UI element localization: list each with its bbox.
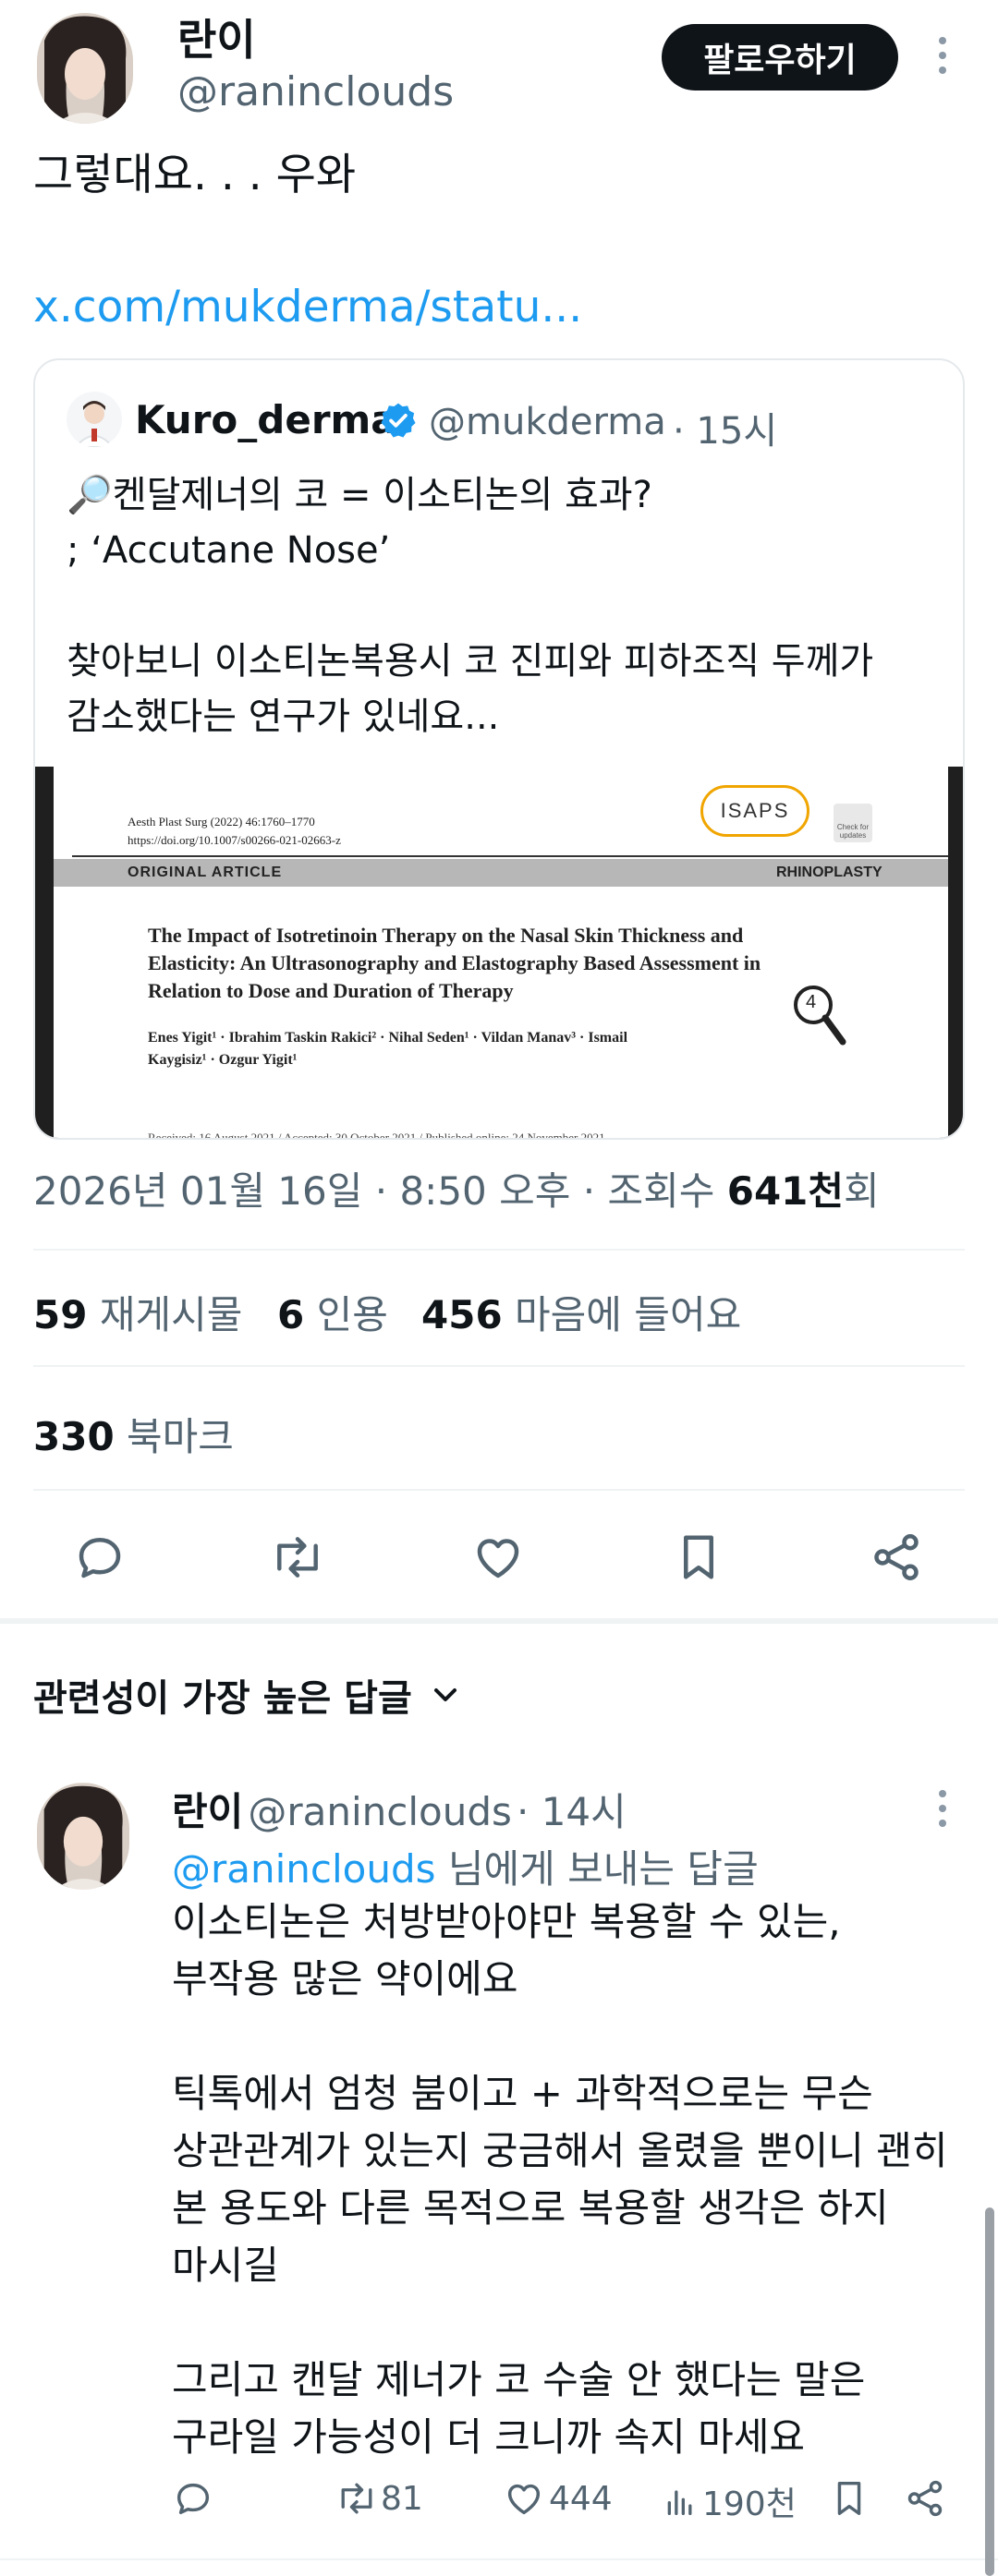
quote-author-handle: @mukderma <box>429 401 666 443</box>
bookmarks-stat[interactable]: 330 북마크 <box>33 1406 234 1462</box>
paper-received-line: Received: 16 August 2021 / Accepted: 30 … <box>148 1131 605 1140</box>
paper-authors: Enes Yigit¹ · Ibrahim Taskin Rakici² · N… <box>148 1030 628 1068</box>
reply-views-button[interactable]: 190천 <box>662 2477 797 2525</box>
reply-author-name[interactable]: 란이 <box>172 1789 243 1834</box>
reply-reply-icon[interactable] <box>172 2477 214 2520</box>
paper-journal-line: Aesth Plast Surg (2022) 46:1760–1770 <box>128 815 315 828</box>
paper-top-rule <box>72 855 948 857</box>
follow-button[interactable]: 팔로우하기 <box>662 24 898 91</box>
reply-more-options-icon[interactable] <box>924 1781 961 1836</box>
paper-title: The Impact of Isotretinoin Therapy on th… <box>148 924 761 1002</box>
reply-icon[interactable] <box>72 1530 128 1585</box>
analytics-icon <box>667 2490 692 2515</box>
section-divider <box>0 1618 998 1624</box>
view-suffix: 회 <box>844 1168 880 1214</box>
post-datetime: 2026년 01월 16일 · 8:50 오후 · 조회수 <box>33 1168 727 1214</box>
magnifier-icon: 4 <box>791 983 846 1047</box>
retweet-icon[interactable] <box>268 1530 327 1585</box>
retweet-icon <box>341 2483 372 2514</box>
divider <box>33 1489 965 1491</box>
quote-time: · 15시 <box>673 410 778 453</box>
paper-section-right: RHINOPLASTY <box>776 865 882 880</box>
quote-author-avatar <box>67 392 122 447</box>
reply-author-avatar[interactable] <box>37 1783 129 1890</box>
share-icon[interactable] <box>869 1530 924 1585</box>
replying-to: @raninclouds 님에게 보내는 답글 <box>172 1838 759 1894</box>
divider <box>33 1365 965 1367</box>
reply-bookmark-icon[interactable] <box>828 2477 870 2520</box>
check-updates-badge: Check for updates <box>834 804 872 842</box>
reply-like-button[interactable]: 444 <box>503 2477 613 2520</box>
view-count: 641천 <box>726 1168 845 1214</box>
reply-retweet-count: 81 <box>381 2479 423 2518</box>
quote-media-image[interactable]: Aesth Plast Surg (2022) 46:1760–1770 htt… <box>35 767 963 1140</box>
quotes-stat[interactable]: 6 인용 <box>277 1284 388 1340</box>
reply-text: 이소티논은 처방받아야만 복용할 수 있는, 부작용 많은 약이에요 틱톡에서 … <box>172 1899 948 2460</box>
quote-author-name: Kuro_derma <box>135 397 397 442</box>
reply-sort-label: 관련성이 가장 높은 답글 <box>33 1677 412 1720</box>
bookmark-icon[interactable] <box>671 1530 726 1585</box>
post-datetime-views: 2026년 01월 16일 · 8:50 오후 · 조회수 641천회 <box>33 1160 880 1216</box>
heart-icon <box>507 2484 541 2515</box>
isaps-logo: ISAPS <box>700 785 809 837</box>
reply-like-count: 444 <box>549 2479 613 2518</box>
likes-stat[interactable]: 456 마음에 들어요 <box>421 1284 741 1340</box>
paper-section-left: ORIGINAL ARTICLE <box>128 865 283 880</box>
more-options-icon[interactable] <box>924 28 961 83</box>
quote-text: 🔎켄달제너의 코 = 이소티논의 효과? ; ‘Accutane Nose’ 찾… <box>67 474 874 738</box>
replying-to-mention[interactable]: @raninclouds <box>172 1846 436 1892</box>
author-name[interactable]: 란이 <box>177 18 256 61</box>
like-icon[interactable] <box>469 1530 527 1585</box>
reply-author-handle[interactable]: @raninclouds <box>248 1789 512 1834</box>
reply-time: · 14시 <box>517 1789 627 1834</box>
post-text: 그렇대요. . . 우와 <box>33 150 357 200</box>
paper-doi-line: https://doi.org/10.1007/s00266-021-02663… <box>128 833 341 847</box>
retweets-stat[interactable]: 59 재게시물 <box>33 1284 242 1340</box>
divider <box>0 2558 998 2560</box>
replying-to-suffix: 님에게 보내는 답글 <box>435 1846 759 1892</box>
verified-badge-icon <box>379 401 418 440</box>
chevron-down-icon <box>433 1688 456 1701</box>
paper-page: Aesth Plast Surg (2022) 46:1760–1770 htt… <box>54 767 948 1140</box>
reply-share-icon[interactable] <box>904 2477 946 2520</box>
post-link[interactable]: x.com/mukderma/statu... <box>33 282 582 333</box>
divider <box>33 1249 965 1251</box>
magnifier-number: 4 <box>806 992 817 1012</box>
reply-header: 란이 @raninclouds · 14시 <box>172 1781 627 1837</box>
scrollbar[interactable] <box>985 2207 994 2576</box>
author-handle[interactable]: @raninclouds <box>177 72 454 113</box>
reply-sort-dropdown[interactable]: 관련성이 가장 높은 답글 <box>33 1668 464 1722</box>
reply-view-count: 190천 <box>702 2485 797 2523</box>
quote-card[interactable]: Kuro_derma @mukderma · 15시 🔎켄달제너의 코 = 이소… <box>33 358 965 1140</box>
author-avatar[interactable] <box>37 13 133 124</box>
reply-retweet-button[interactable]: 81 <box>335 2477 423 2520</box>
